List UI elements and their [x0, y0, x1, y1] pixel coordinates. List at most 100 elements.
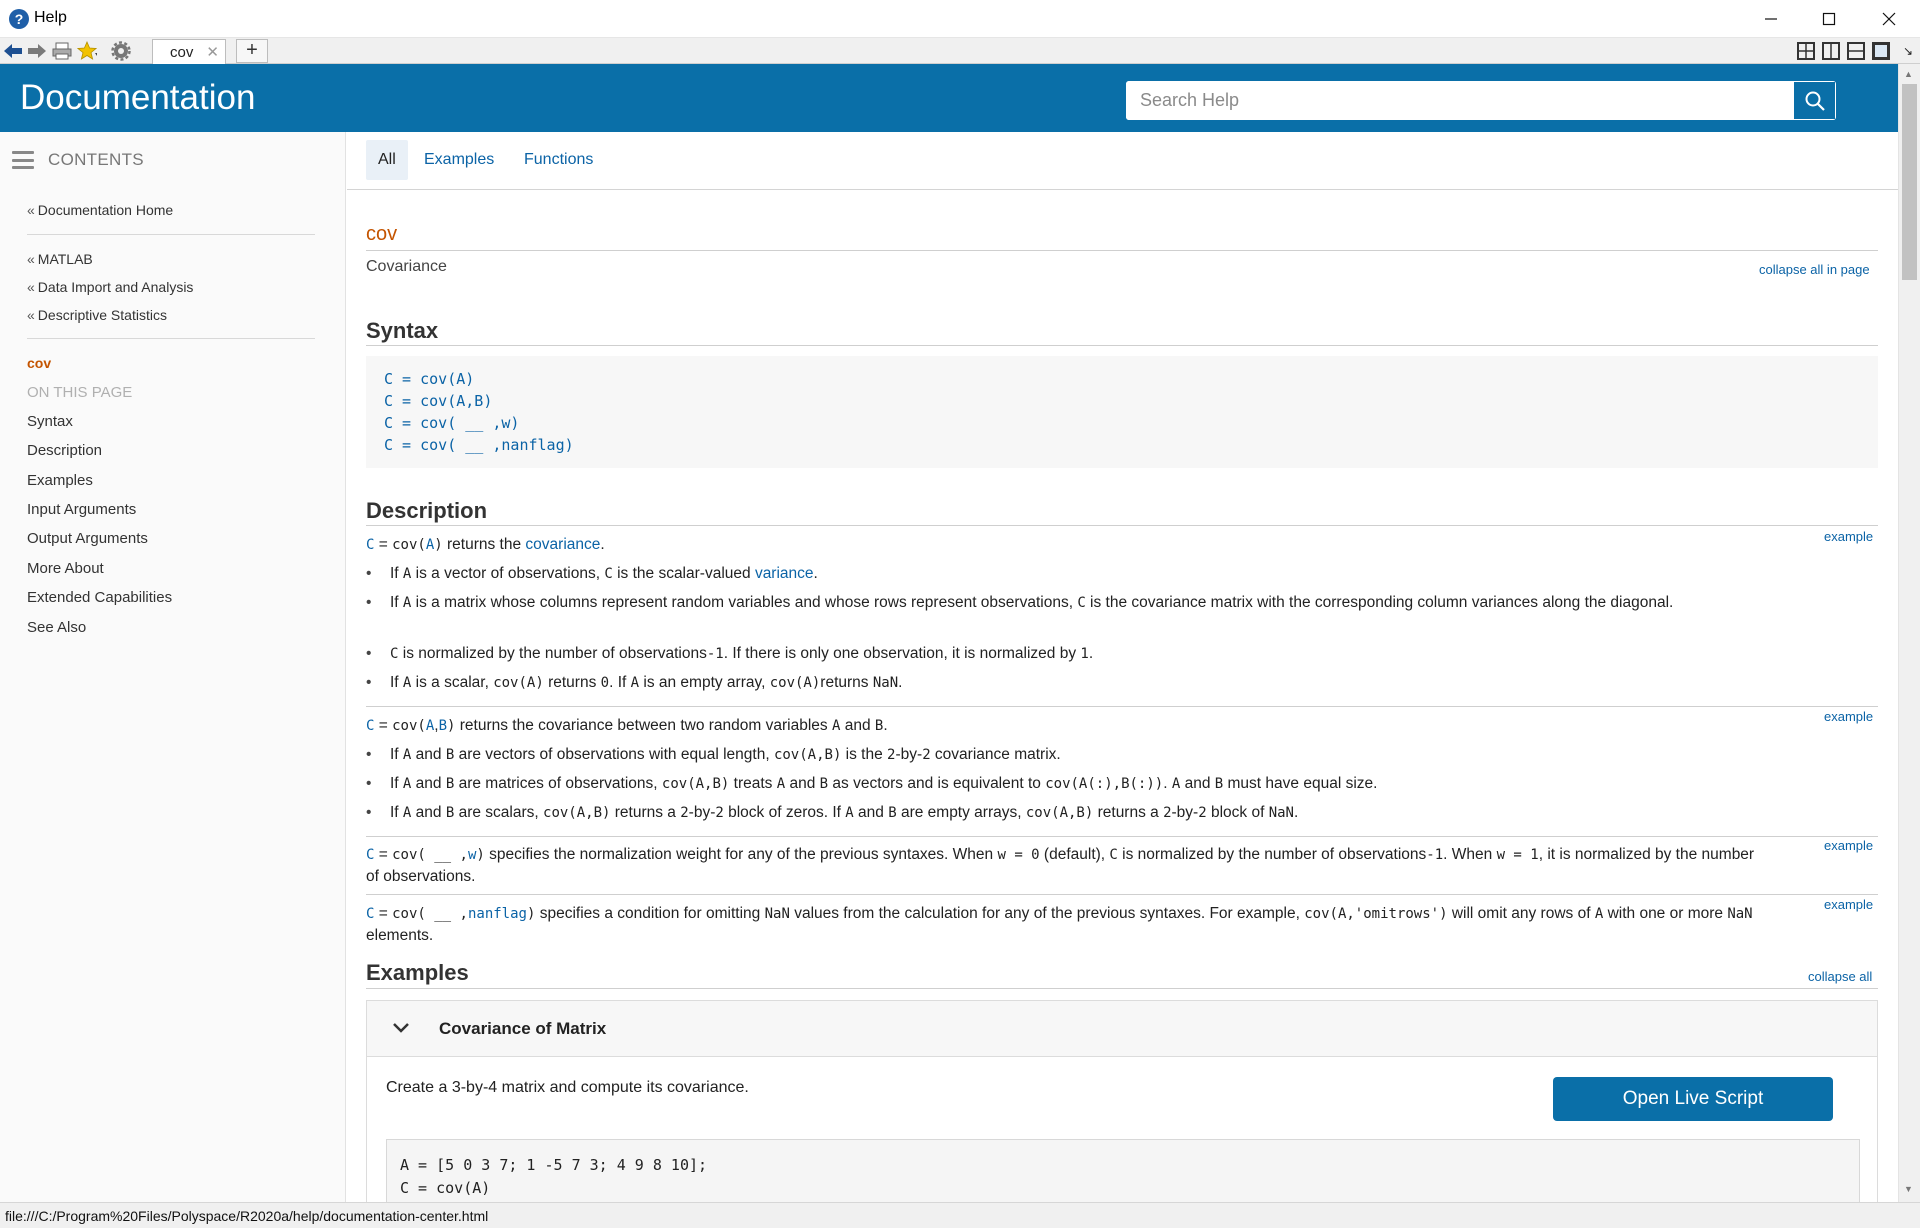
scroll-down-icon[interactable]: ▼ [1904, 1184, 1913, 1194]
new-tab-button[interactable]: + [236, 39, 268, 63]
search-box [1126, 81, 1836, 120]
back-button[interactable] [3, 41, 23, 61]
example-link[interactable]: example [1824, 838, 1873, 853]
favorites-button[interactable] [77, 41, 97, 61]
scrollbar-thumb[interactable] [1902, 84, 1917, 280]
syntax-line[interactable]: C = cov(A) [384, 368, 1878, 390]
search-input[interactable] [1126, 81, 1766, 120]
sidebar-divider [27, 234, 315, 235]
forward-button[interactable] [27, 41, 47, 61]
open-live-script-button[interactable]: Open Live Script [1553, 1077, 1833, 1121]
example-link[interactable]: example [1824, 709, 1873, 724]
example-title: Covariance of Matrix [439, 1019, 607, 1038]
section-rule [366, 836, 1878, 837]
tab-examples[interactable]: Examples [412, 140, 506, 180]
page-title: cov [366, 223, 398, 245]
sidebar-link-descriptive-statistics[interactable]: «Descriptive Statistics [27, 307, 167, 323]
examples-heading: Examples [366, 960, 469, 985]
documentation-title[interactable]: Documentation [20, 78, 255, 118]
code-line: A = [5 0 3 7; 1 -5 7 3; 4 9 8 10]; [400, 1156, 708, 1174]
description-bullet: If A and B are matrices of observations,… [366, 773, 1766, 795]
section-rule [366, 706, 1878, 707]
tab-all[interactable]: All [366, 140, 408, 180]
section-rule [366, 525, 1878, 526]
contents-toggle[interactable]: CONTENTS [12, 150, 144, 170]
contents-sidebar: CONTENTS «Documentation Home «MATLAB «Da… [0, 132, 346, 1202]
example-header[interactable]: Covariance of Matrix [367, 1001, 1877, 1057]
description-bullet: If A is a vector of observations, C is t… [366, 563, 1766, 585]
example-code-block: A = [5 0 3 7; 1 -5 7 3; 4 9 8 10]; C = c… [386, 1139, 1860, 1202]
sidebar-item-description[interactable]: Description [27, 442, 102, 459]
syntax-line[interactable]: C = cov( __ ,nanflag) [384, 434, 1878, 456]
title-rule [366, 250, 1878, 251]
hamburger-menu-icon [12, 151, 34, 169]
layout-columns-icon[interactable] [1822, 42, 1840, 60]
tab-close-icon[interactable]: ✕ [206, 43, 219, 61]
close-window-button[interactable] [1860, 0, 1918, 38]
section-rule [366, 894, 1878, 895]
star-icon [77, 41, 97, 60]
gear-icon [111, 41, 131, 61]
vertical-scrollbar[interactable]: ▲ ▼ [1898, 64, 1920, 1202]
status-url: file:///C:/Program%20Files/Polyspace/R20… [5, 1208, 489, 1224]
syntax-block: C = cov(A) C = cov(A,B) C = cov( __ ,w) … [366, 356, 1878, 468]
collapse-all-in-page-link[interactable]: collapse all in page [1759, 262, 1870, 277]
chevron-down-icon [393, 1023, 409, 1033]
documentation-header: Documentation [0, 64, 1898, 132]
description-bullet: If A is a scalar, cov(A) returns 0. If A… [366, 672, 1766, 694]
syntax-line[interactable]: C = cov( __ ,w) [384, 412, 1878, 434]
window-title: Help [34, 9, 67, 26]
minimize-icon [1765, 18, 1777, 20]
section-rule [366, 988, 1878, 989]
sidebar-item-more-about[interactable]: More About [27, 560, 104, 577]
description-heading: Description [366, 498, 488, 523]
browser-toolbar: cov ✕ + ↘ [0, 38, 1920, 64]
sidebar-item-output-arguments[interactable]: Output Arguments [27, 530, 148, 547]
sidebar-item-extended-capabilities[interactable]: Extended Capabilities [27, 589, 172, 606]
close-icon [1882, 12, 1896, 26]
sidebar-item-syntax[interactable]: Syntax [27, 413, 73, 430]
example-link[interactable]: example [1824, 529, 1873, 544]
tab-label: cov [170, 44, 194, 61]
description-bullet: C is normalized by the number of observa… [366, 643, 1766, 665]
collapse-all-link[interactable]: collapse all [1808, 969, 1872, 984]
print-button[interactable] [52, 41, 72, 61]
browser-tab-cov[interactable]: cov ✕ [152, 39, 226, 64]
layout-rows-icon[interactable] [1847, 42, 1865, 60]
description-bullet: If A and B are scalars, cov(A,B) returns… [366, 802, 1766, 824]
scroll-up-icon[interactable]: ▲ [1904, 69, 1913, 79]
sidebar-item-see-also[interactable]: See Also [27, 619, 86, 636]
contents-label: CONTENTS [48, 150, 144, 169]
section-rule [366, 345, 1878, 346]
sidebar-item-input-arguments[interactable]: Input Arguments [27, 501, 136, 518]
example-link[interactable]: example [1824, 897, 1873, 912]
sidebar-current-page: cov [27, 355, 52, 371]
search-button[interactable] [1793, 81, 1836, 120]
description-bullet: If A and B are vectors of observations w… [366, 744, 1766, 766]
sidebar-link-data-import[interactable]: «Data Import and Analysis [27, 279, 193, 295]
description-paragraph: C = cov(A) returns the covariance. [366, 536, 605, 553]
undock-icon[interactable]: ↘ [1898, 41, 1918, 61]
example-panel: Covariance of Matrix Create a 3-by-4 mat… [366, 1000, 1878, 1202]
main-content: All Examples Functions cov Covariance co… [347, 132, 1898, 1202]
minimize-button[interactable] [1742, 0, 1800, 38]
syntax-line[interactable]: C = cov(A,B) [384, 390, 1878, 412]
description-paragraph: C = cov( __ ,nanflag) specifies a condit… [366, 905, 1753, 944]
sidebar-link-documentation-home[interactable]: «Documentation Home [27, 202, 173, 218]
search-icon [1805, 91, 1825, 111]
description-bullet: If A is a matrix whose columns represent… [366, 592, 1766, 614]
description-paragraph: C = cov(A,B) returns the covariance betw… [366, 717, 888, 734]
syntax-heading: Syntax [366, 318, 439, 343]
layout-grid-icon[interactable] [1797, 42, 1815, 60]
layout-single-icon[interactable] [1872, 42, 1890, 60]
sidebar-item-examples[interactable]: Examples [27, 472, 93, 489]
window-titlebar: ? Help [0, 0, 1920, 38]
status-bar: file:///C:/Program%20Files/Polyspace/R20… [0, 1202, 1920, 1228]
on-this-page-label: ON THIS PAGE [27, 384, 133, 401]
settings-button[interactable] [111, 41, 131, 61]
content-tabs: All Examples Functions [347, 132, 1898, 190]
printer-icon [52, 42, 72, 60]
sidebar-link-matlab[interactable]: «MATLAB [27, 251, 93, 267]
tab-functions[interactable]: Functions [512, 140, 605, 180]
maximize-button[interactable] [1800, 0, 1858, 38]
